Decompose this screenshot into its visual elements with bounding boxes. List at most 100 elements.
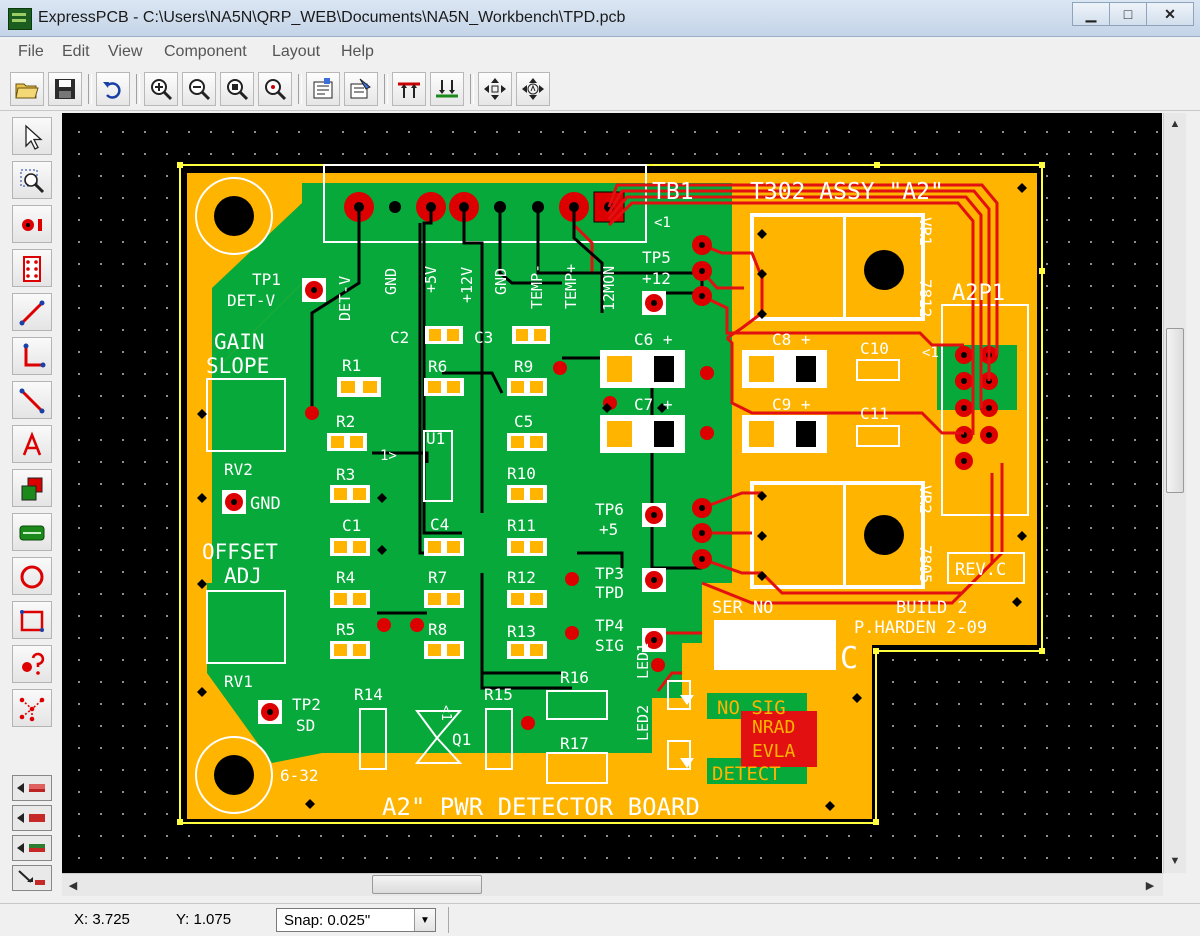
rotate-button[interactable]: [478, 72, 512, 106]
zoom-fit-icon: [265, 79, 287, 101]
y-coordinate: Y: 1.075: [176, 911, 232, 928]
zoom-window-button[interactable]: [220, 72, 254, 106]
autorotate-icon: [522, 78, 544, 100]
save-icon: [55, 79, 75, 99]
component-manager-button[interactable]: [344, 72, 378, 106]
adj-label: ADJ: [224, 564, 262, 588]
pad-tool[interactable]: [12, 205, 52, 243]
build-label: BUILD 2: [896, 598, 968, 618]
pin-label-gnd-1: GND: [382, 268, 400, 295]
rectangle-tool[interactable]: [12, 601, 52, 639]
c7-label: C7 +: [634, 395, 673, 414]
menu-file[interactable]: File: [18, 43, 44, 61]
r10-label: R10: [507, 464, 536, 483]
minimize-button[interactable]: ▁: [1072, 2, 1110, 26]
tp2-sub-label: SD: [296, 716, 315, 735]
text-tool[interactable]: [12, 425, 52, 463]
r14-label: R14: [354, 685, 383, 704]
autorotate-button[interactable]: [516, 72, 550, 106]
layer-route-button[interactable]: [12, 865, 52, 891]
undo-button[interactable]: [96, 72, 130, 106]
q1-pin-label: <1: [438, 705, 453, 721]
main-toolbar: [0, 68, 1200, 111]
mount-label: 6-32: [280, 766, 319, 785]
pcb-canvas[interactable]: TB1 <1 T302 ASSY "A2" A2P1 <1 REV.C BUIL…: [62, 113, 1162, 873]
top-layer-icon: [398, 82, 420, 98]
query-tool-icon: [22, 652, 45, 675]
zoom-fit-button[interactable]: [258, 72, 292, 106]
r12-label: R12: [507, 568, 536, 587]
pad-tool-icon: [22, 219, 42, 231]
vertical-scroll-thumb[interactable]: [1166, 328, 1184, 493]
open-folder-icon: [15, 83, 39, 99]
scroll-up-icon[interactable]: ▲: [1165, 114, 1185, 134]
menu-component[interactable]: Component: [164, 43, 247, 61]
close-button[interactable]: ✕: [1146, 2, 1194, 26]
zoom-select-tool[interactable]: [12, 161, 52, 199]
rectangle-tool-icon: [20, 610, 44, 632]
horizontal-scroll-thumb[interactable]: [372, 875, 482, 894]
c10-label: C10: [860, 339, 889, 358]
zoom-out-button[interactable]: [182, 72, 216, 106]
ring-tool[interactable]: [12, 557, 52, 595]
corner-trace-tool[interactable]: [12, 337, 52, 375]
c5-label: C5: [514, 412, 533, 431]
mirrored-text-1: NRAD: [752, 717, 795, 738]
bottom-layer-button[interactable]: [430, 72, 464, 106]
top-layer-button[interactable]: [392, 72, 426, 106]
gnd-testpoint-label: GND: [250, 494, 281, 514]
diagonal-trace-tool[interactable]: [12, 381, 52, 419]
zoom-select-icon: [20, 169, 45, 194]
chevron-down-icon[interactable]: ▼: [414, 909, 435, 931]
scroll-right-icon[interactable]: ▶: [1140, 875, 1160, 895]
r1-label: R1: [342, 356, 361, 375]
component-tool[interactable]: [12, 249, 52, 287]
u1-pin-label: 1>: [380, 448, 397, 464]
tb1-label: TB1: [652, 179, 694, 205]
component-place-icon: [19, 525, 45, 541]
expresspcb-app-icon: [8, 8, 32, 30]
layer-swap-icon: [21, 477, 43, 501]
vr1-part: 7812: [916, 279, 935, 318]
layer-swap-tool[interactable]: [12, 469, 52, 507]
layer-bottom-icon: [17, 813, 45, 823]
zoom-out-icon: [189, 79, 211, 101]
layer-bottom-button[interactable]: [12, 805, 52, 831]
corner-c-label: C: [840, 641, 858, 676]
tp5-label: TP5: [642, 248, 671, 267]
snap-select[interactable]: Snap: 0.025" ▼: [276, 908, 436, 932]
trace-tool[interactable]: [12, 293, 52, 331]
component-manager-icon: [350, 78, 371, 99]
menu-help[interactable]: Help: [341, 43, 374, 61]
rev-label: REV.C: [955, 560, 1006, 580]
slope-label: SLOPE: [206, 354, 269, 378]
c4-label: C4: [430, 515, 449, 534]
detect-label: DETECT: [712, 763, 781, 785]
save-button[interactable]: [48, 72, 82, 106]
open-button[interactable]: [10, 72, 44, 106]
query-tool[interactable]: [12, 645, 52, 683]
select-arrow-icon: [25, 124, 43, 150]
net-tool[interactable]: [12, 689, 52, 727]
component-place-tool[interactable]: [12, 513, 52, 551]
horizontal-scrollbar[interactable]: ◀ ▶: [62, 873, 1163, 896]
scroll-left-icon[interactable]: ◀: [63, 875, 83, 895]
c8-label: C8 +: [772, 330, 811, 349]
zoom-in-button[interactable]: [144, 72, 178, 106]
zoom-in-icon: [151, 79, 173, 101]
maximize-button[interactable]: □: [1109, 2, 1147, 26]
window-controls: ▁ □ ✕: [1072, 2, 1194, 26]
scroll-down-icon[interactable]: ▼: [1165, 851, 1185, 871]
r16-label: R16: [560, 668, 589, 687]
select-tool[interactable]: [12, 117, 52, 155]
trace-tool-icon: [19, 300, 45, 326]
vertical-scrollbar[interactable]: ▲ ▼: [1163, 113, 1186, 873]
layer-ground-button[interactable]: [12, 835, 52, 861]
layer-top-button[interactable]: [12, 775, 52, 801]
menu-edit[interactable]: Edit: [62, 43, 90, 61]
properties-button[interactable]: [306, 72, 340, 106]
r13-label: R13: [507, 622, 536, 641]
zoom-window-icon: [227, 79, 249, 101]
menu-layout[interactable]: Layout: [272, 43, 320, 61]
menu-view[interactable]: View: [108, 43, 142, 61]
